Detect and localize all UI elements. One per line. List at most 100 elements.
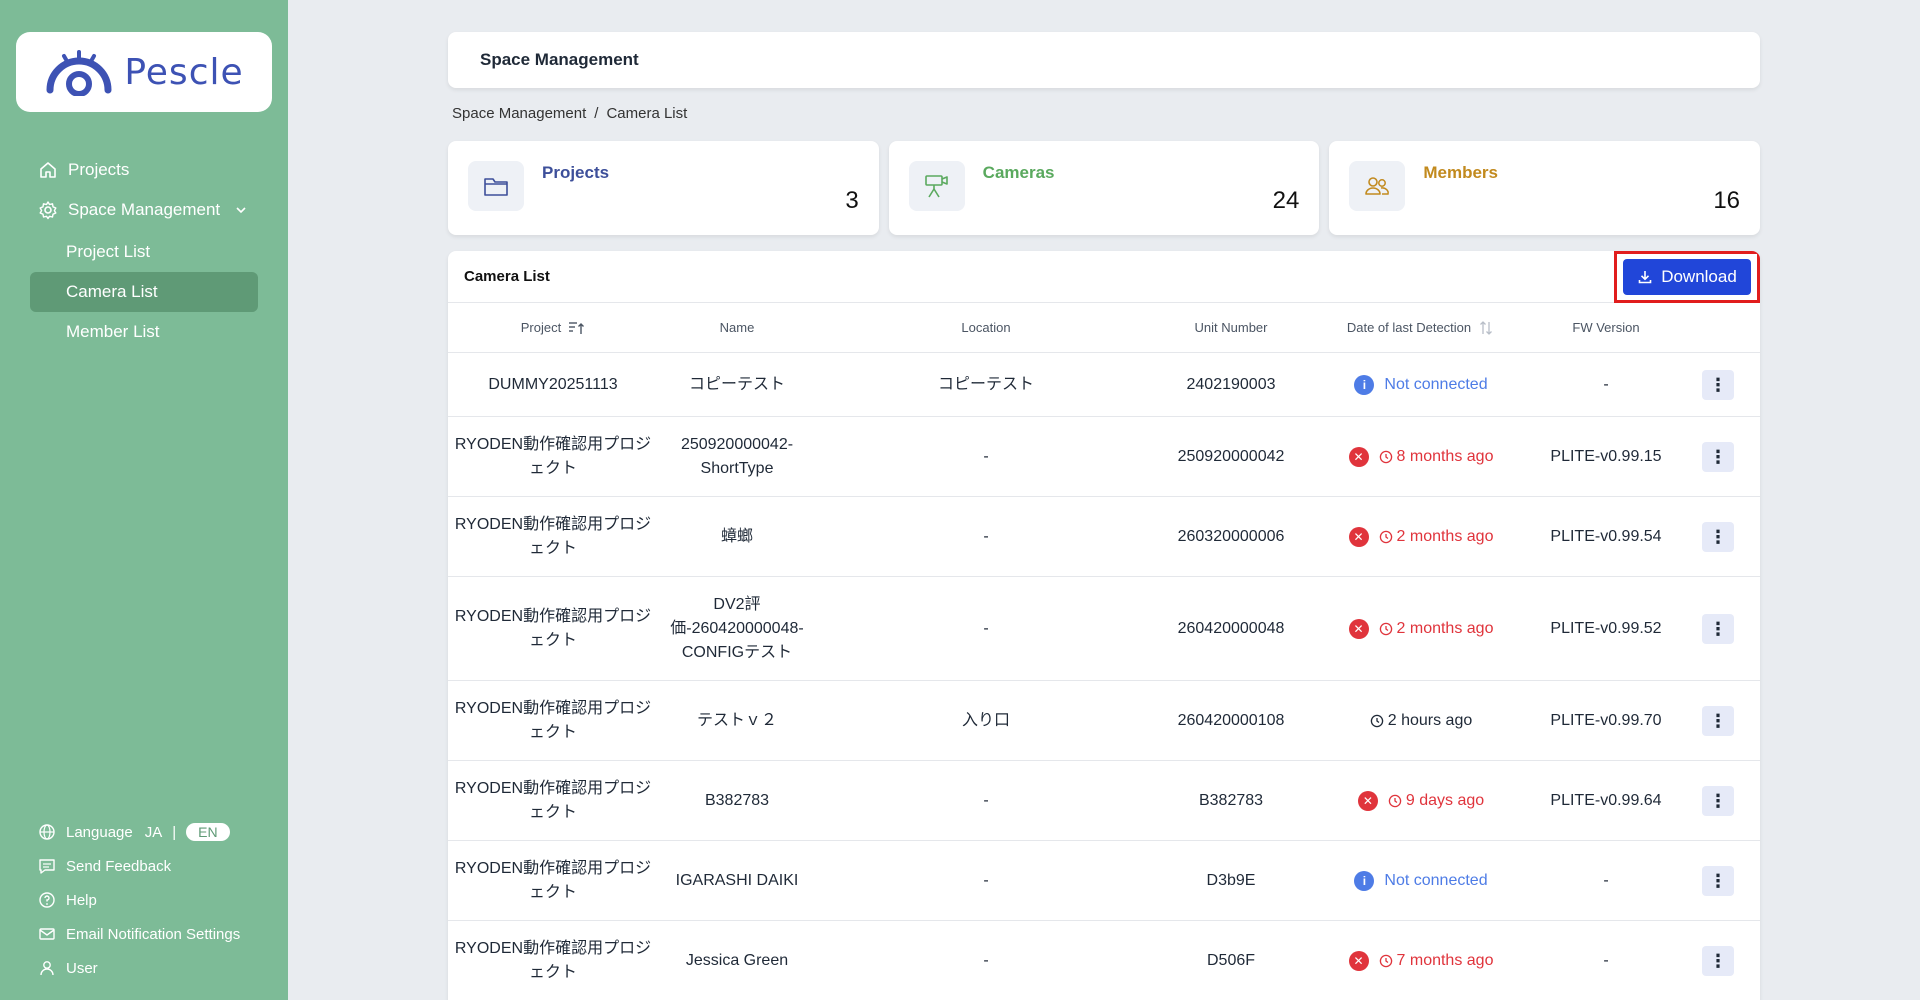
gear-icon — [38, 200, 58, 220]
cell-last-detection: ✕ 7 months ago — [1306, 949, 1536, 973]
table-row[interactable]: RYODEN動作確認用プロジェクト DV2評価-260420000048-CONF… — [448, 577, 1760, 681]
page-title: Space Management — [480, 50, 639, 69]
column-header-fw-version[interactable]: FW Version — [1536, 320, 1676, 335]
folder-icon — [468, 161, 524, 211]
user-link[interactable]: User — [38, 951, 278, 985]
email-notification-settings-link[interactable]: Email Notification Settings — [38, 917, 278, 951]
table-row[interactable]: DUMMY20251113 コピーテスト コピーテスト 2402190003 i Not … — [448, 353, 1760, 417]
cell-actions: ⋮ — [1676, 613, 1760, 644]
cell-unit-number: 260420000048 — [1177, 619, 1285, 637]
row-menu-button[interactable]: ⋮ — [1702, 865, 1734, 896]
sidebar-item-label: Space Management — [68, 200, 221, 219]
cell-name: 250920000042-ShortType — [680, 435, 794, 477]
cell-name: IGARASHI DAIKI — [675, 871, 799, 889]
download-icon — [1637, 269, 1653, 285]
row-menu-button[interactable]: ⋮ — [1702, 613, 1734, 644]
kebab-icon: ⋮ — [1709, 526, 1727, 547]
row-menu-button[interactable]: ⋮ — [1702, 521, 1734, 552]
stat-label: Projects — [542, 163, 610, 182]
cell-last-detection: ✕ 2 months ago — [1306, 617, 1536, 641]
eye-logo-icon — [46, 50, 112, 96]
cell-unit-number: D506F — [1206, 951, 1256, 969]
error-icon: ✕ — [1348, 446, 1369, 467]
info-icon: i — [1354, 374, 1375, 395]
cell-unit-number: 2402190003 — [1186, 375, 1276, 393]
column-header-location[interactable]: Location — [816, 320, 1156, 335]
sidebar-item-member-list[interactable]: Member List — [30, 312, 258, 352]
cell-fw-version: PLITE-v0.99.70 — [1550, 711, 1662, 729]
table-row[interactable]: RYODEN動作確認用プロジェクト 250920000042-ShortType -… — [448, 417, 1760, 497]
table-row[interactable]: RYODEN動作確認用プロジェクト B382783 - B382783 ✕ 9 days … — [448, 761, 1760, 841]
user-label: User — [66, 959, 98, 977]
cell-name: DV2評価-260420000048-CONFIGテスト — [670, 595, 804, 661]
cell-actions: ⋮ — [1676, 945, 1760, 976]
logo[interactable]: Pescle — [16, 32, 272, 112]
cell-actions: ⋮ — [1676, 785, 1760, 816]
sidebar-nav: Projects Space Management Project List C… — [30, 150, 258, 352]
cell-last-detection: i Not connected — [1306, 869, 1536, 893]
table-row[interactable]: RYODEN動作確認用プロジェクト テストｖ２ 入り口 260420000108 2 h… — [448, 681, 1760, 761]
cell-location: - — [983, 791, 989, 809]
sort-ascending-icon[interactable] — [567, 319, 585, 337]
help-link[interactable]: Help — [38, 883, 278, 917]
help-label: Help — [66, 891, 97, 909]
cell-fw-version: - — [1603, 871, 1609, 889]
space-management-submenu: Project List Camera List Member List — [30, 232, 258, 352]
clock-icon — [1379, 622, 1393, 636]
cell-actions: ⋮ — [1676, 865, 1760, 896]
send-feedback-link[interactable]: Send Feedback — [38, 849, 278, 883]
kebab-icon: ⋮ — [1709, 790, 1727, 811]
clock-icon — [1379, 450, 1393, 464]
sidebar-item-space-management[interactable]: Space Management — [30, 190, 258, 230]
column-header-project[interactable]: Project — [448, 319, 658, 337]
language-ja-option[interactable]: JA — [145, 824, 163, 841]
camera-list-table: Camera List Download Project Name Locati… — [448, 251, 1760, 1000]
chevron-down-icon[interactable] — [234, 203, 248, 217]
sidebar-item-projects[interactable]: Projects — [30, 150, 258, 190]
sort-icon[interactable] — [1477, 319, 1495, 337]
row-menu-button[interactable]: ⋮ — [1702, 369, 1734, 400]
sidebar-footer: Language JA | EN Send Feedback Help Emai… — [38, 815, 278, 985]
cell-actions: ⋮ — [1676, 705, 1760, 736]
stat-label: Cameras — [982, 163, 1055, 182]
camera-icon — [908, 161, 965, 211]
sidebar-item-project-list[interactable]: Project List — [30, 232, 258, 272]
send-feedback-label: Send Feedback — [66, 857, 172, 875]
column-header-name[interactable]: Name — [658, 320, 816, 335]
clock-icon — [1370, 714, 1384, 728]
breadcrumb-parent[interactable]: Space Management — [452, 105, 586, 122]
last-detection-text: 2 months ago — [1396, 619, 1494, 637]
table-row[interactable]: RYODEN動作確認用プロジェクト Jessica Green - D506F ✕ 7 m… — [448, 921, 1760, 1000]
kebab-icon: ⋮ — [1709, 710, 1727, 731]
sidebar-item-camera-list[interactable]: Camera List — [30, 272, 258, 312]
kebab-icon: ⋮ — [1709, 618, 1727, 639]
clock-icon — [1379, 954, 1393, 968]
row-menu-button[interactable]: ⋮ — [1702, 785, 1734, 816]
cell-project: DUMMY20251113 — [488, 375, 618, 393]
cell-unit-number: 260320000006 — [1177, 527, 1285, 545]
stat-card-members: Members 16 — [1329, 141, 1761, 235]
breadcrumb-current: Camera List — [606, 105, 688, 122]
error-icon: ✕ — [1348, 618, 1369, 639]
cell-location: コピーテスト — [937, 375, 1034, 393]
row-menu-button[interactable]: ⋮ — [1702, 945, 1734, 976]
breadcrumb: Space Management / Camera List — [452, 105, 687, 122]
cell-location: - — [983, 871, 989, 889]
row-menu-button[interactable]: ⋮ — [1702, 441, 1734, 472]
column-header-label: Project — [520, 320, 562, 335]
last-detection-text: Not connected — [1384, 375, 1488, 393]
table-body: DUMMY20251113 コピーテスト コピーテスト 2402190003 i Not … — [448, 353, 1760, 1000]
stat-value: 24 — [1272, 187, 1300, 214]
column-header-unit-number[interactable]: Unit Number — [1156, 320, 1306, 335]
sidebar: Pescle Projects Space Management Project… — [0, 0, 288, 1000]
stat-value: 16 — [1713, 187, 1741, 214]
stat-label: Members — [1423, 163, 1498, 182]
column-header-date[interactable]: Date of last Detection — [1306, 319, 1536, 337]
row-menu-button[interactable]: ⋮ — [1702, 705, 1734, 736]
table-row[interactable]: RYODEN動作確認用プロジェクト 蟑螂 - 260320000006 ✕ 2 month… — [448, 497, 1760, 577]
download-button[interactable]: Download — [1623, 259, 1751, 295]
table-toolbar: Camera List Download — [448, 251, 1760, 303]
language-en-option[interactable]: EN — [186, 823, 230, 841]
last-detection-text: 2 hours ago — [1387, 711, 1473, 729]
table-row[interactable]: RYODEN動作確認用プロジェクト IGARASHI DAIKI - D3b9E i No… — [448, 841, 1760, 921]
